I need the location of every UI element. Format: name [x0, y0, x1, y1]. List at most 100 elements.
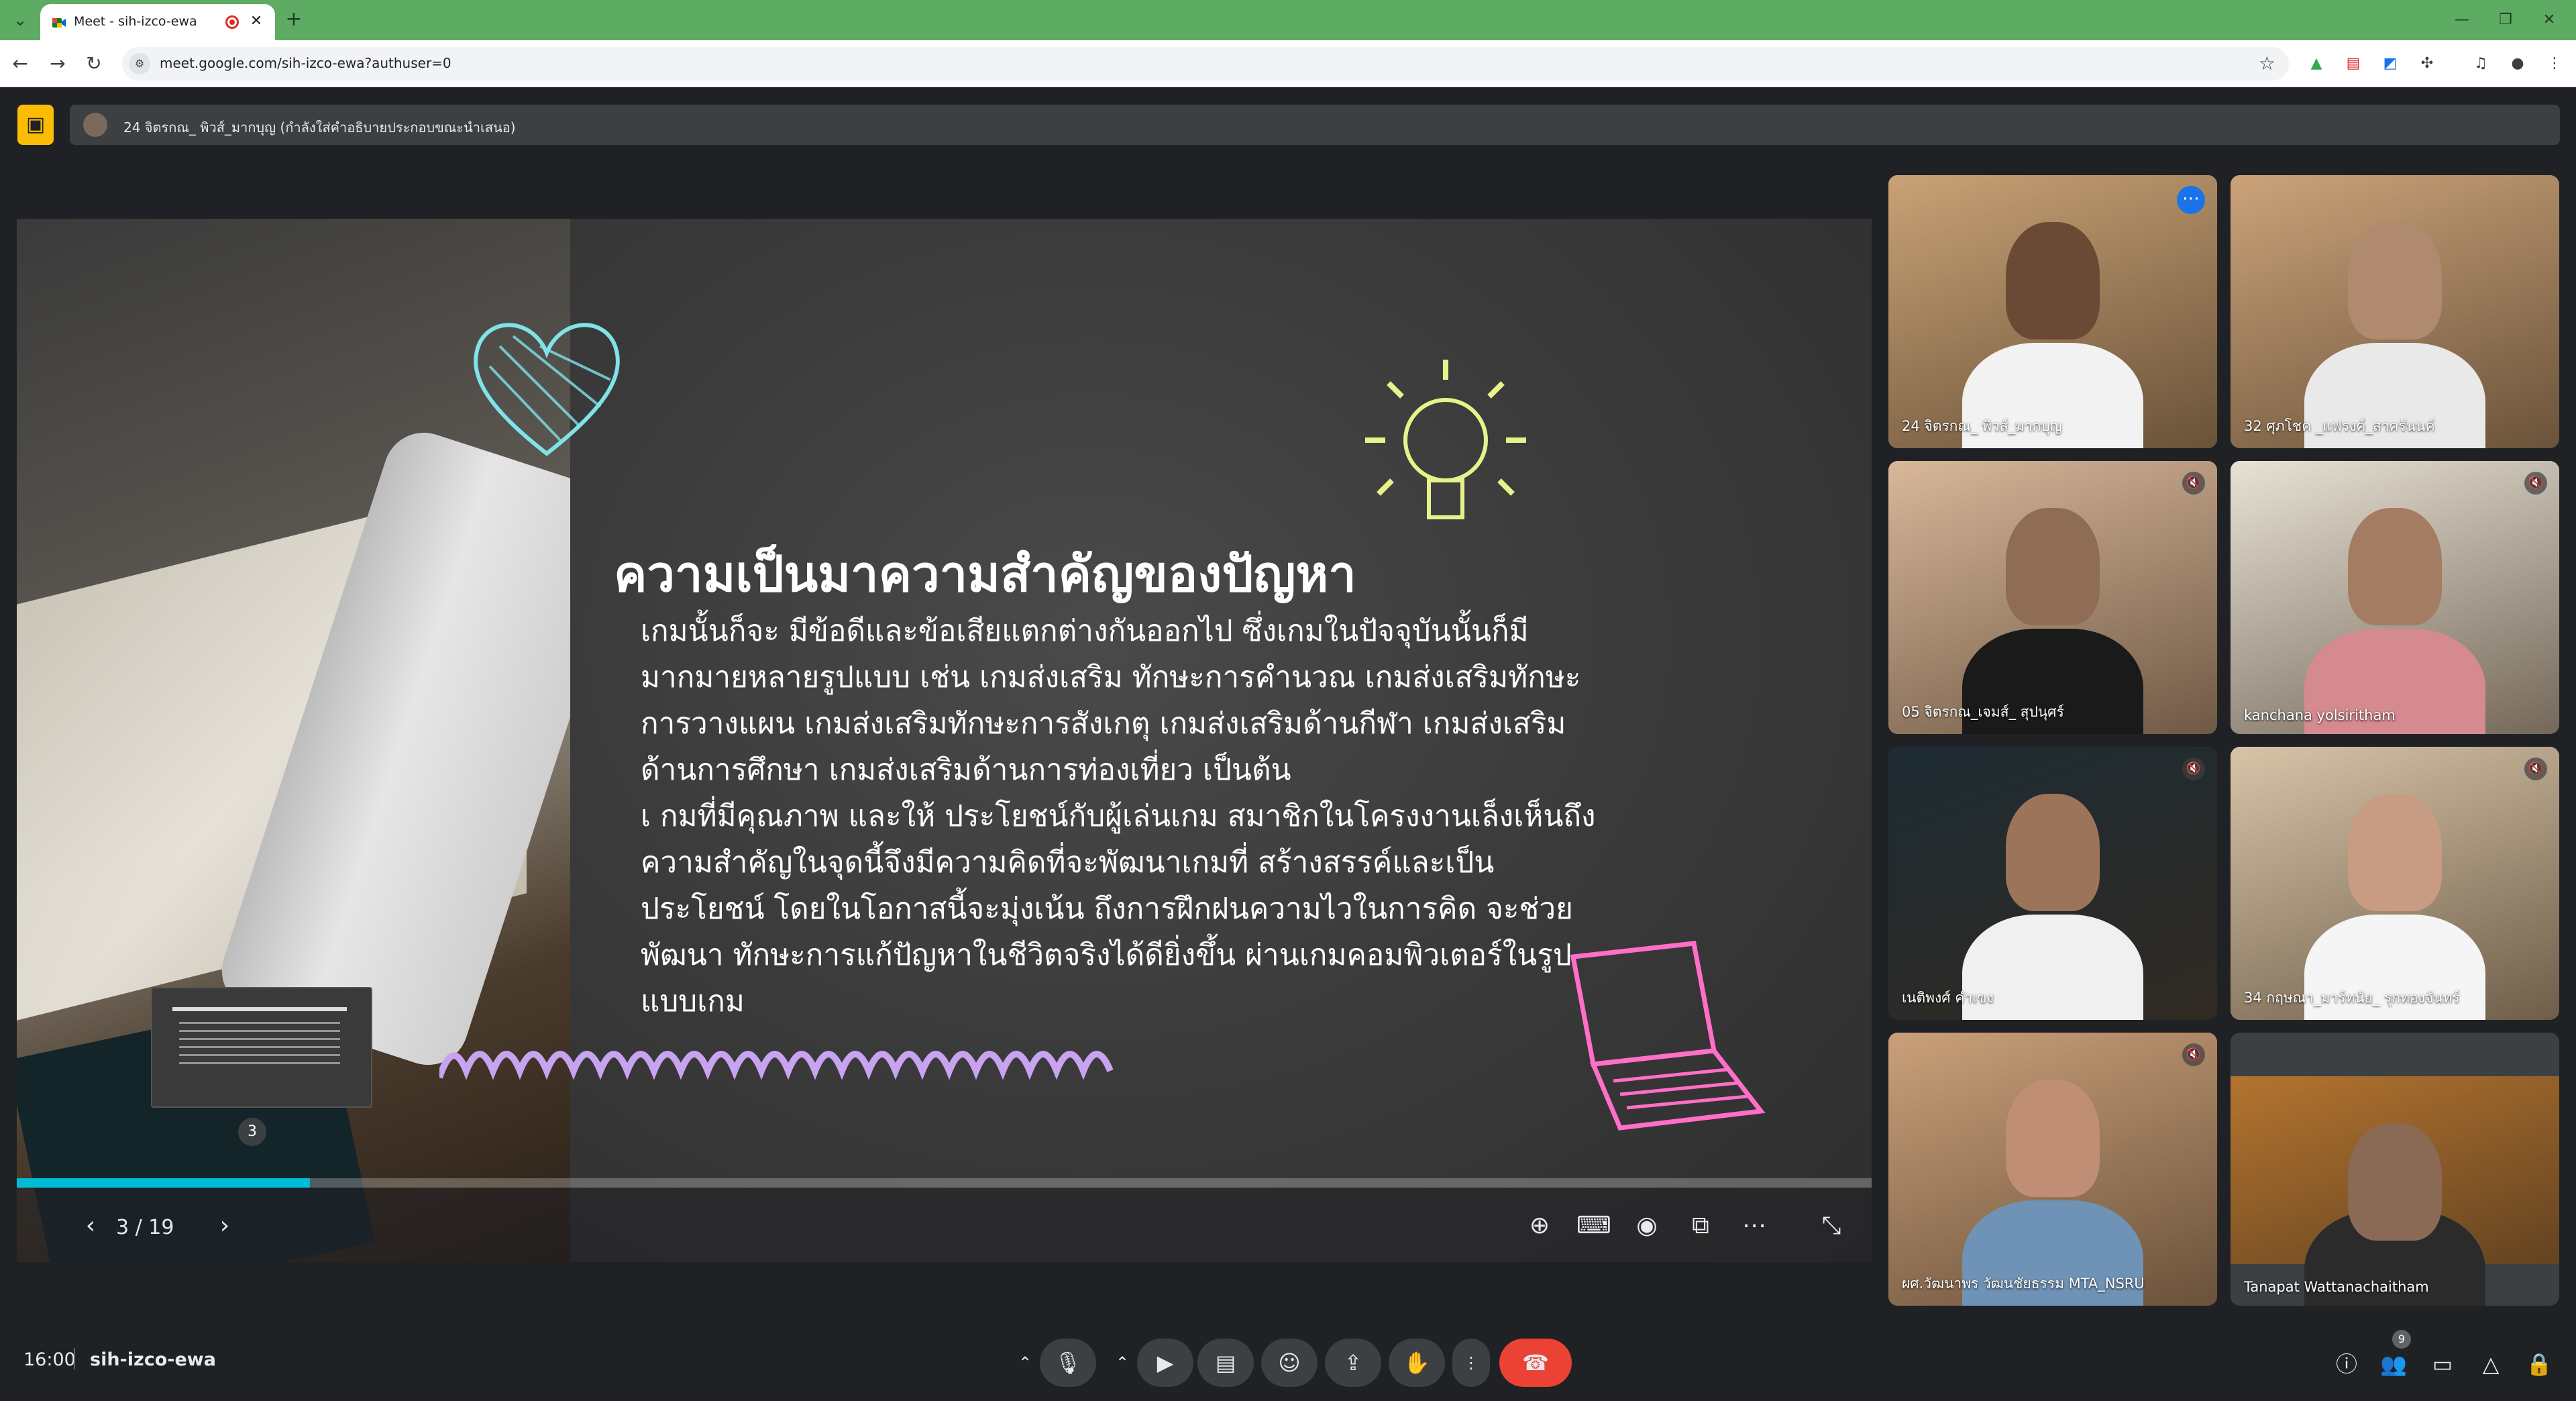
presenter-avatar — [83, 113, 107, 137]
muted-mic-icon: 🔇 — [2182, 1043, 2205, 1066]
participant-head — [2006, 1080, 2100, 1197]
presenter-banner-text: 24 จิตรกณ_ พิวส์_มากบุญ (กำลังใส่คำอธิบา… — [123, 119, 516, 136]
host-controls-lock-icon[interactable]: 🔒 — [2520, 1345, 2558, 1383]
chat-icon[interactable]: ▭ — [2424, 1345, 2461, 1383]
new-tab-button[interactable]: + — [282, 8, 306, 32]
microphone-button[interactable]: 🎙 — [1040, 1339, 1096, 1387]
address-bar[interactable]: ⚙ meet.google.com/sih-izco-ewa?authuser=… — [122, 47, 2289, 81]
extensions-puzzle-icon[interactable]: ✣ — [2415, 52, 2439, 76]
slide-body-line: ประโยชน์ โดยในโอกาสนี้จะมุ่งเน้น ถึงการฝ… — [641, 892, 1573, 926]
video-options-chevron-icon[interactable]: ⌃ — [1104, 1339, 1141, 1387]
slide-page-indicator: 3 / 19 — [116, 1216, 174, 1239]
meet-stage: ▣ 24 จิตรกณ_ พิวส์_มากบุญ (กำลังใส่คำอธิ… — [0, 88, 2576, 1401]
participant-tile[interactable]: 24 จิตรกณ_ พิวส์_มากบุญ ⋯ — [1888, 175, 2217, 448]
slide-hover-thumbnail — [151, 987, 372, 1108]
browser-tab-meet[interactable]: Meet - sih-izco-ewa ✕ — [40, 4, 275, 40]
people-icon[interactable]: 👥 — [2375, 1345, 2412, 1383]
heart-doodle-icon — [474, 323, 620, 456]
thumbnail-page-number: 3 — [238, 1118, 266, 1146]
activities-icon[interactable]: △ — [2472, 1345, 2510, 1383]
participant-name: 24 จิตรกณ_ พิวส์_มากบุญ — [1902, 418, 2062, 434]
participant-head — [2348, 508, 2442, 625]
bookmark-star-icon[interactable]: ☆ — [2259, 52, 2275, 74]
meeting-code: sih-izco-ewa — [90, 1349, 216, 1370]
browser-toolbar: ← → ↻ ⚙ meet.google.com/sih-izco-ewa?aut… — [0, 40, 2576, 87]
forward-arrow-icon[interactable]: → — [44, 50, 71, 77]
profile-avatar-icon[interactable]: ● — [2506, 52, 2530, 76]
site-info-icon[interactable]: ⚙ — [129, 53, 150, 74]
participant-video — [1888, 175, 2217, 448]
address-url[interactable]: meet.google.com/sih-izco-ewa?authuser=0 — [160, 55, 451, 71]
more-options-icon[interactable]: ⋯ — [1737, 1209, 1771, 1243]
captions-button[interactable]: ▤ — [1197, 1339, 1254, 1387]
camera-button[interactable]: ▶ — [1137, 1339, 1193, 1387]
restore-icon[interactable]: ❐ — [2485, 7, 2526, 34]
more-actions-icon[interactable]: ⋮ — [1452, 1339, 1490, 1387]
media-control-icon[interactable]: ♫ — [2469, 52, 2493, 76]
tab-close-icon[interactable]: ✕ — [246, 11, 267, 32]
audio-options-chevron-icon[interactable]: ⌃ — [1006, 1339, 1044, 1387]
slide-body-line: เ กมที่มีคุณภาพ และให้ ประโยชน์กับผู้เล่… — [641, 799, 1596, 833]
participant-video — [2231, 1076, 2559, 1306]
participant-head — [2006, 508, 2100, 625]
raise-hand-button[interactable]: ✋ — [1389, 1339, 1445, 1387]
back-arrow-icon[interactable]: ← — [7, 50, 34, 77]
participant-tile[interactable]: Tanapat Wattanachaitham — [2231, 1033, 2559, 1306]
previous-slide-icon[interactable]: ‹ — [74, 1209, 107, 1243]
participant-tile[interactable]: 34 กฤษณา_มาร์ทนัย_ รุกทองจันทร์ 🔇 — [2231, 747, 2559, 1020]
extension-drive-icon[interactable]: ▲ — [2304, 52, 2328, 76]
bottom-bar-divider — [74, 1348, 75, 1369]
people-count-badge: 9 — [2392, 1330, 2411, 1349]
extension-translate-icon[interactable]: ◩ — [2378, 52, 2402, 76]
participant-tile[interactable]: เนติพงศ์ คำเขง 🔇 — [1888, 747, 2217, 1020]
lightbulb-doodle-icon — [1365, 360, 1526, 519]
participant-head — [2348, 222, 2442, 340]
tab-title: Meet - sih-izco-ewa — [74, 14, 197, 29]
participant-name: ผศ.วัฒนาพร วัฒนชัยธรรม MTA_NSRU — [1902, 1276, 2145, 1292]
next-slide-icon[interactable]: › — [208, 1209, 241, 1243]
zoom-in-icon[interactable]: ⊕ — [1523, 1209, 1556, 1243]
picture-in-picture-icon[interactable]: ⧉ — [1684, 1209, 1717, 1243]
extension-pdf-icon[interactable]: ▤ — [2341, 52, 2365, 76]
participant-head — [2006, 794, 2100, 911]
slide-body: เกมนั้นก็จะ มีข้อดีและข้อเสียแตกต่างกันอ… — [641, 608, 1674, 1025]
participant-name: Tanapat Wattanachaitham — [2244, 1279, 2429, 1295]
squiggle-doodle-icon — [439, 1051, 1114, 1080]
close-window-icon[interactable]: ✕ — [2529, 7, 2569, 34]
participant-tile[interactable]: kanchana yolsiritham 🔇 — [2231, 461, 2559, 734]
participant-tile[interactable]: ผศ.วัฒนาพร วัฒนชัยธรรม MTA_NSRU 🔇 — [1888, 1033, 2217, 1306]
slide-progress-track[interactable] — [17, 1178, 1872, 1188]
reload-icon[interactable]: ↻ — [80, 50, 107, 77]
minimize-icon[interactable]: — — [2442, 7, 2482, 34]
emoji-reactions-button[interactable]: ☺ — [1261, 1339, 1318, 1387]
slide-body-line: ด้านการศึกษา เกมส่งเสริมด้านการท่องเที่ย… — [641, 753, 1291, 787]
present-screen-button[interactable]: ⇪ — [1325, 1339, 1381, 1387]
exit-fullscreen-icon[interactable]: ⤡ — [1815, 1209, 1848, 1243]
participant-video — [1888, 747, 2217, 1020]
slide-body-line: มากมายหลายรูปแบบ เช่น เกมส่งเสริม ทักษะก… — [641, 660, 1581, 694]
hang-up-button[interactable]: ☎ — [1499, 1339, 1572, 1387]
chrome-menu-icon[interactable]: ⋮ — [2542, 52, 2567, 76]
meeting-details-icon[interactable]: ⓘ — [2328, 1345, 2365, 1383]
participant-head — [2348, 1123, 2442, 1241]
slide-title: ความเป็นมาความสำคัญของปัญหา — [614, 546, 1356, 603]
keyboard-icon[interactable]: ⌨ — [1576, 1209, 1611, 1243]
participant-name: kanchana yolsiritham — [2244, 707, 2396, 723]
participant-tile[interactable]: 05 จิตรกณ_เจมส์_ สุปนุศร์ 🔇 — [1888, 461, 2217, 734]
thumbnail-text-lines — [179, 1022, 340, 1069]
meeting-clock: 16:00 — [23, 1349, 76, 1370]
slide-progress-fill — [17, 1178, 310, 1188]
participant-tile[interactable]: 32 ศุภโชค _แฟรงค์_สาครันนค์ — [2231, 175, 2559, 448]
participant-video — [2231, 175, 2559, 448]
tile-more-options-icon[interactable]: ⋯ — [2177, 186, 2205, 214]
participant-name: 32 ศุภโชค _แฟรงค์_สาครันนค์ — [2244, 418, 2435, 434]
participant-video — [2231, 747, 2559, 1020]
tab-search-chevron-icon[interactable]: ⌄ — [8, 8, 32, 32]
slide-body-line: ความสำคัญในจุดนี้จึงมีความคิดที่จะพัฒนาเ… — [641, 845, 1495, 880]
presentation-indicator-icon: ▣ — [17, 105, 54, 145]
participant-head — [2348, 794, 2442, 911]
participant-name: 34 กฤษณา_มาร์ทนัย_ รุกทองจันทร์ — [2244, 990, 2460, 1006]
broadcast-icon[interactable]: ◉ — [1630, 1209, 1664, 1243]
browser-tabstrip: ⌄ Meet - sih-izco-ewa ✕ + — ❐ ✕ — [0, 0, 2576, 40]
slide-body-line: การวางแผน เกมส่งเสริมทักษะการสังเกตุ เกม… — [641, 707, 1566, 741]
